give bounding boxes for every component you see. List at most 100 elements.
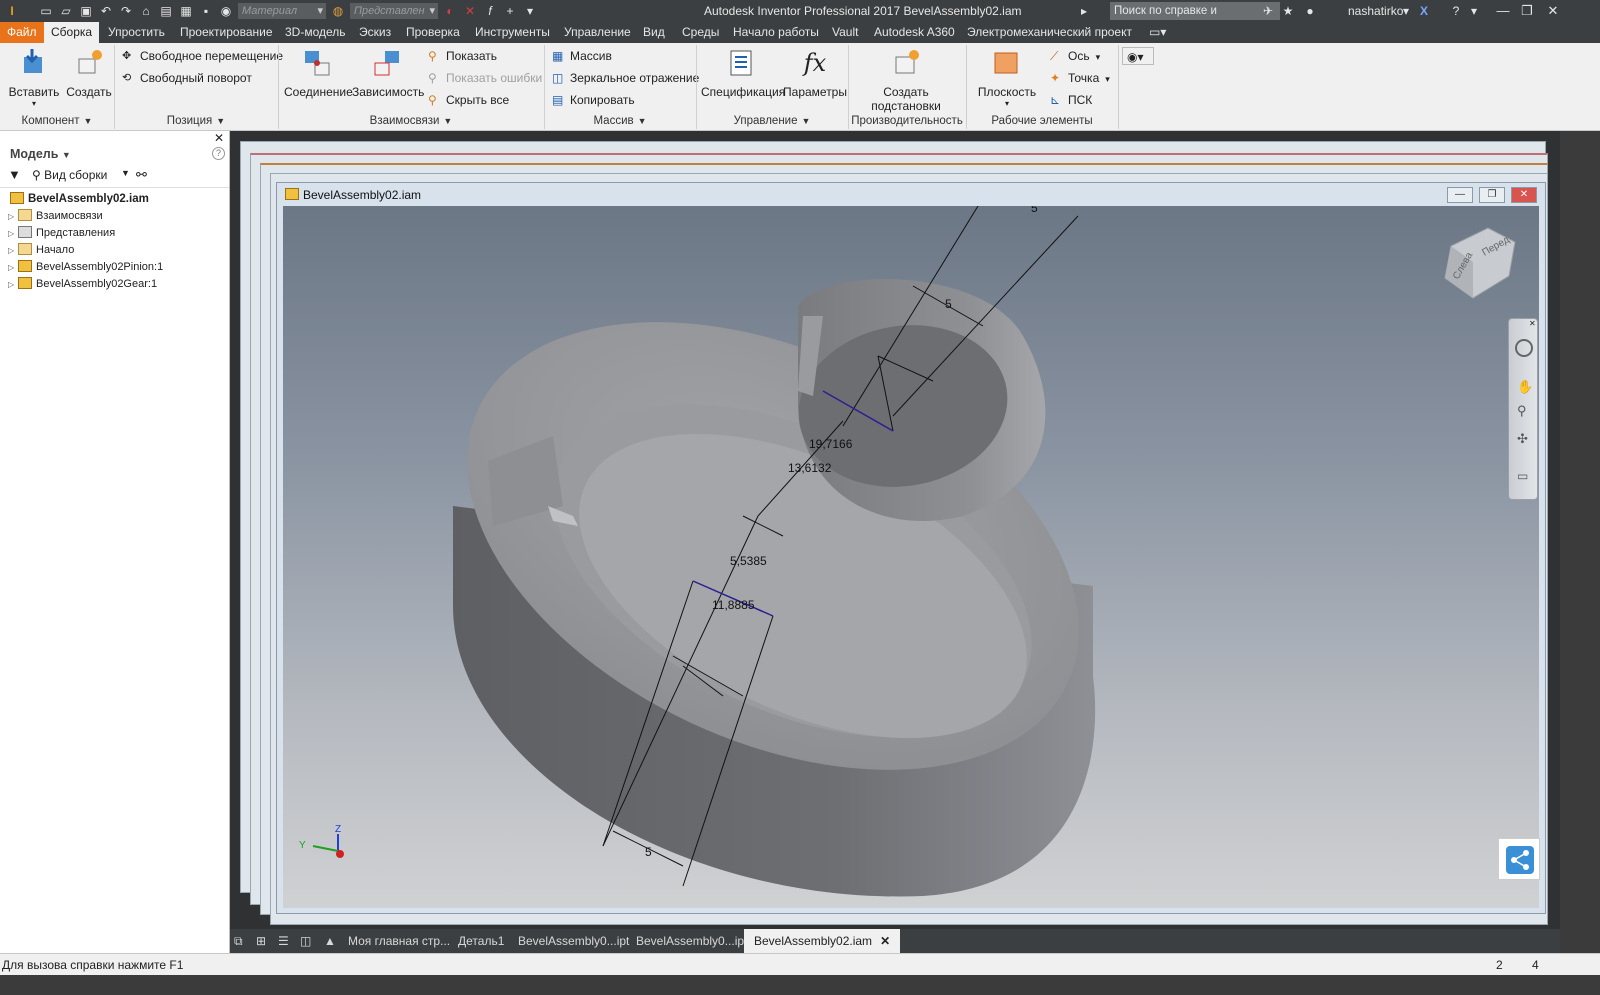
tab-vault[interactable]: Vault (825, 22, 865, 43)
tree-root[interactable]: BevelAssembly02.iam (10, 191, 149, 207)
zoom-icon[interactable]: ⚲ (1517, 403, 1527, 419)
tabs-menu-icon[interactable]: ▲ (324, 929, 336, 953)
minimize-icon[interactable]: — (1492, 2, 1514, 20)
undo-icon[interactable]: ↶ (98, 3, 114, 19)
restore-icon[interactable]: ❐ (1516, 2, 1538, 20)
print-icon[interactable]: ▤ (158, 3, 174, 19)
tab-simplify[interactable]: Упростить (101, 22, 172, 43)
properties-icon[interactable]: ▪ (198, 3, 214, 19)
orbit-icon[interactable]: ✣ (1517, 431, 1528, 447)
tile-horizontal-icon[interactable]: ☰ (278, 929, 289, 953)
tree-item-origin[interactable]: ▷ Начало (8, 242, 74, 258)
ribbon-display-options-icon[interactable]: ▭▾ (1142, 22, 1173, 43)
expand-icon[interactable]: ▷ (8, 277, 18, 293)
share-button[interactable] (1498, 838, 1540, 880)
open-icon[interactable]: ▱ (58, 3, 74, 19)
gear-part[interactable] (396, 232, 1150, 897)
doc-tab-close-icon[interactable]: ✕ (880, 934, 890, 948)
expand-icon[interactable]: ▷ (8, 243, 18, 259)
tree-item-representations[interactable]: ▷ Представления (8, 225, 115, 241)
tab-electromechanical[interactable]: Электромеханический проект (960, 22, 1139, 43)
tile-vertical-icon[interactable]: ◫ (300, 929, 311, 953)
material-select[interactable]: Материал (238, 3, 326, 19)
doc-tab-part-a[interactable]: BevelAssembly0...ipt (518, 929, 629, 953)
select-icon[interactable]: ▦ (178, 3, 194, 19)
panel-title-pattern[interactable]: Массив ▼ (544, 115, 696, 129)
free-move-button[interactable]: ✥ Свободное перемещение (120, 47, 283, 65)
help-icon[interactable]: ? (1448, 3, 1464, 19)
quick-tools-button[interactable]: ◉▾ (1122, 47, 1154, 65)
tab-inspect[interactable]: Проверка (399, 22, 467, 43)
tab-manage[interactable]: Управление (557, 22, 638, 43)
browser-title[interactable]: Модель ▼ (10, 147, 71, 161)
dimension-label[interactable]: 5 (1031, 206, 1038, 215)
dimension-label[interactable]: 13,6132 (788, 461, 832, 475)
redo-icon[interactable]: ↷ (118, 3, 134, 19)
copy-button[interactable]: ▤ Копировать (550, 91, 635, 109)
home-icon[interactable]: ⌂ (138, 3, 154, 19)
new-icon[interactable]: ▭ (38, 3, 54, 19)
customize-icon[interactable]: ▾ (522, 3, 538, 19)
create-substitutes-button[interactable]: Создать подстановки (860, 47, 952, 113)
pattern-button[interactable]: ▦ Массив (550, 47, 612, 65)
plane-button[interactable]: Плоскость ▾ (976, 47, 1038, 108)
appearance-icon[interactable]: ◉ (218, 3, 234, 19)
tab-file[interactable]: Файл (0, 22, 44, 43)
free-rotate-button[interactable]: ⟲ Свободный поворот (120, 69, 252, 87)
doc-close-icon[interactable]: ✕ (1511, 187, 1537, 203)
steering-wheel-icon[interactable] (1515, 339, 1533, 357)
panel-title-manage[interactable]: Управление ▼ (696, 115, 848, 129)
favorites-icon[interactable]: ★ (1280, 3, 1296, 19)
expand-icon[interactable]: ▷ (8, 226, 18, 242)
insert-button[interactable]: Вставить ▾ (8, 47, 60, 108)
constrain-button[interactable]: Зависимость (352, 47, 424, 99)
doc-tab-part1[interactable]: Деталь1 (458, 929, 504, 953)
show-button[interactable]: ⚲ Показать (426, 47, 497, 65)
color-wheel-icon[interactable]: ◍ (330, 3, 346, 19)
tab-tools[interactable]: Инструменты (468, 22, 557, 43)
navbar-close-icon[interactable]: ✕ (1529, 319, 1536, 328)
user-name[interactable]: nashatirko (1348, 4, 1403, 18)
model-graphics[interactable]: 5 5 19,7166 13,6132 5,5385 11,8885 5 Z Y (283, 206, 1539, 908)
expand-icon[interactable]: ▷ (8, 209, 18, 225)
doc-tab-assembly[interactable]: BevelAssembly02.iam ✕ (744, 929, 901, 953)
appearance-override-icon[interactable]: ◐ (442, 3, 458, 19)
tile-grid-icon[interactable]: ⊞ (256, 929, 266, 953)
tree-item-relationships[interactable]: ▷ Взаимосвязи (8, 208, 103, 224)
tab-get-started[interactable]: Начало работы (726, 22, 826, 43)
tab-design[interactable]: Проектирование (173, 22, 280, 43)
assembly-view-button[interactable]: ⚲ Вид сборки (32, 168, 107, 182)
tree-item-gear[interactable]: ▷ BevelAssembly02Gear:1 (8, 276, 157, 292)
tab-environments[interactable]: Среды (675, 22, 726, 43)
ucs-button[interactable]: ⊾ ПСК (1048, 91, 1092, 109)
add-icon[interactable]: + (502, 3, 518, 19)
function-icon[interactable]: f (482, 3, 498, 19)
look-at-icon[interactable]: ▭ (1517, 469, 1528, 483)
doc-minimize-icon[interactable]: — (1447, 187, 1473, 203)
dimension-label[interactable]: 19,7166 (809, 437, 853, 451)
close-icon[interactable]: ✕ (1542, 2, 1564, 20)
joint-button[interactable]: Соединение (284, 47, 353, 99)
parameters-button[interactable]: fx Параметры (783, 47, 847, 99)
browser-close-icon[interactable]: ✕ (214, 131, 224, 145)
tab-view[interactable]: Вид (636, 22, 672, 43)
user-dropdown-icon[interactable]: ▾ (1398, 3, 1414, 19)
representation-select[interactable]: Представлен (350, 3, 438, 19)
tree-item-pinion[interactable]: ▷ BevelAssembly02Pinion:1 (8, 259, 163, 275)
tab-sketch[interactable]: Эскиз (352, 22, 398, 43)
tile-cascade-icon[interactable]: ⧉ (234, 929, 243, 953)
browser-help-icon[interactable]: ? (212, 147, 225, 160)
pan-icon[interactable]: ✋ (1517, 379, 1533, 395)
doc-tab-part-b[interactable]: BevelAssembly0...ipt (636, 929, 747, 953)
doc-tab-home[interactable]: Моя главная стр... (348, 929, 450, 953)
hide-all-button[interactable]: ⚲ Скрыть все (426, 91, 509, 109)
viewcube[interactable]: Слева Перед (1444, 227, 1516, 299)
mirror-button[interactable]: ◫ Зеркальное отражение (550, 69, 699, 87)
bom-button[interactable]: Спецификация (701, 47, 785, 99)
create-button[interactable]: Создать (66, 47, 112, 99)
inventor-logo-icon[interactable]: I (4, 3, 20, 19)
show-errors-button[interactable]: ⚲ Показать ошибки (426, 69, 542, 87)
clear-override-icon[interactable]: ✕ (462, 3, 478, 19)
panel-title-position[interactable]: Позиция ▼ (114, 115, 278, 129)
expand-arrow-icon[interactable]: ▸ (1076, 3, 1092, 19)
